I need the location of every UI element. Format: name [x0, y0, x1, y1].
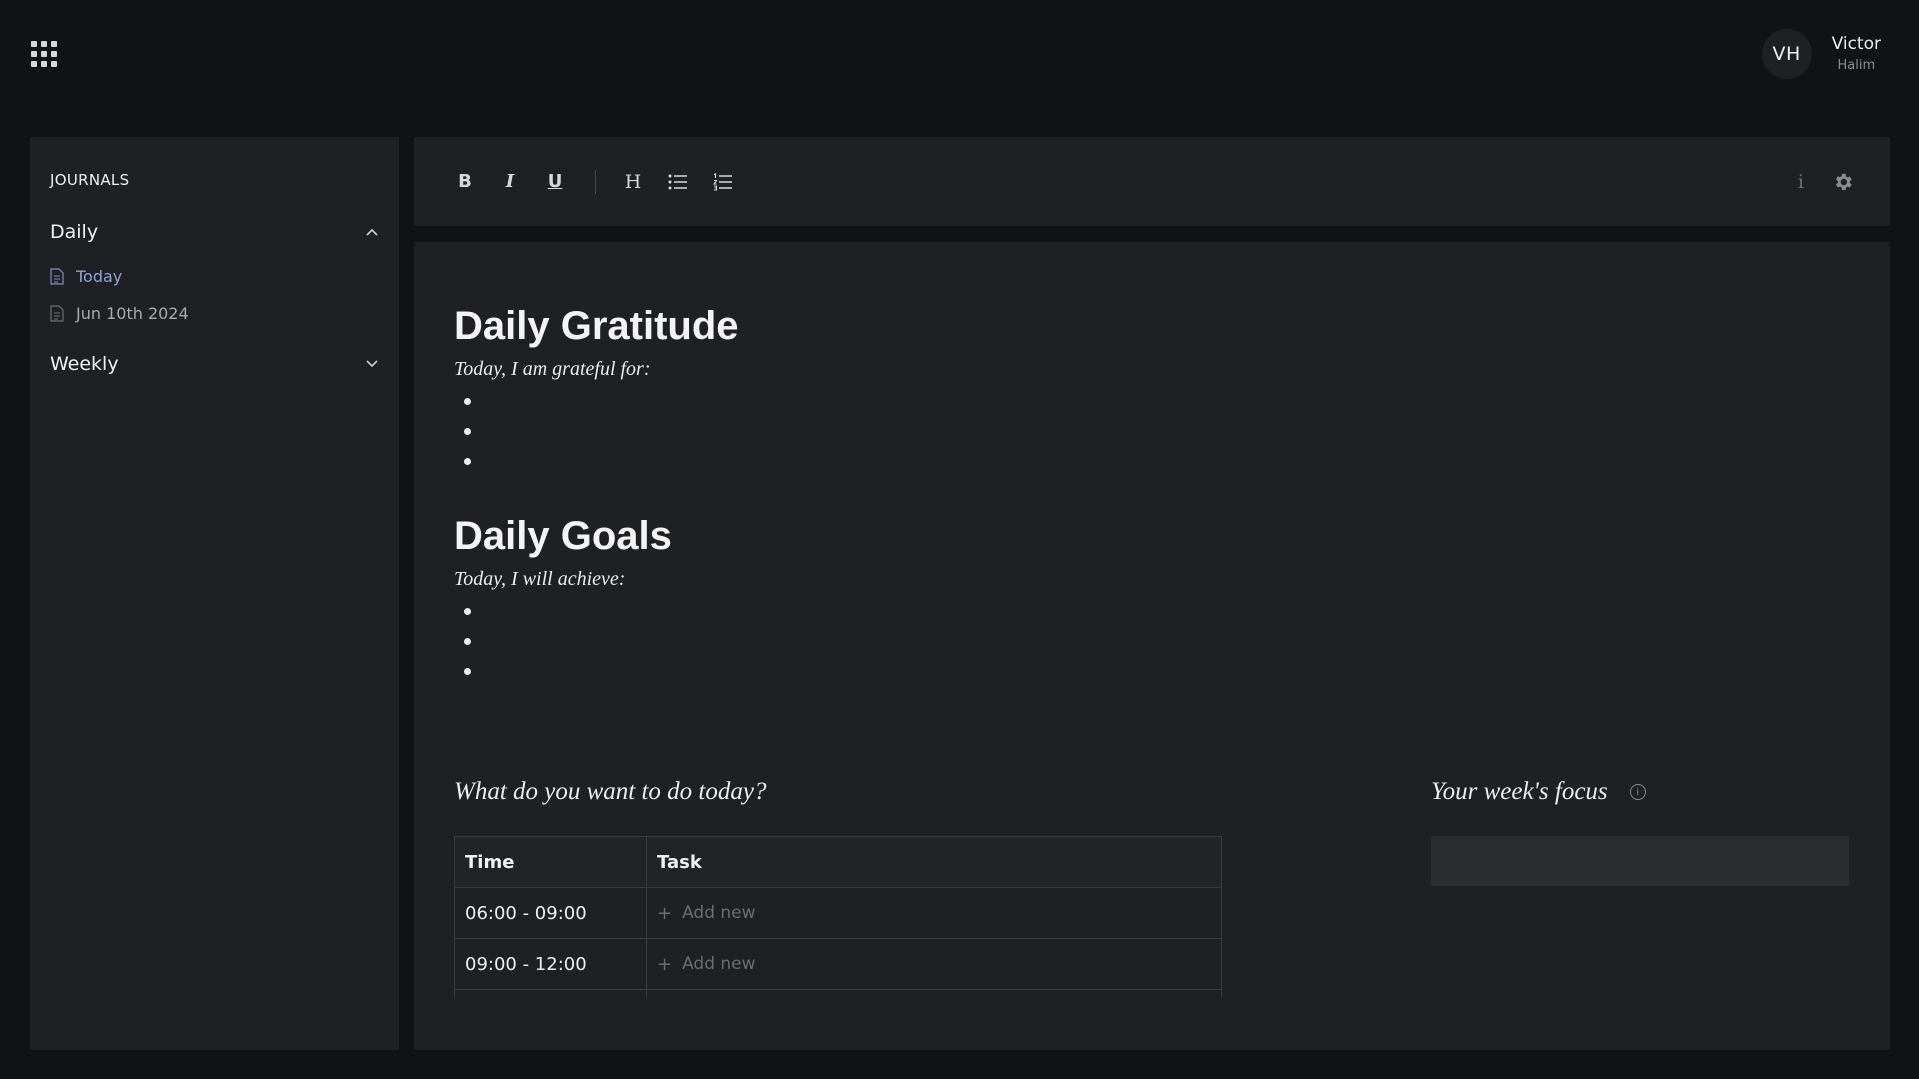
table-row: 09:00 - 12:00 + Add new — [455, 938, 1221, 990]
italic-icon: I — [505, 171, 515, 192]
goals-heading: Daily Goals — [454, 514, 672, 558]
task-cell[interactable]: + Add new — [646, 887, 1221, 939]
user-first-name: Victor — [1831, 33, 1881, 54]
column-header-task: Task — [646, 837, 1221, 888]
chevron-down-icon — [366, 360, 378, 368]
list-item[interactable] — [464, 416, 471, 446]
sidebar-section-weekly[interactable]: Weekly — [50, 353, 379, 375]
list-item[interactable] — [464, 446, 471, 476]
add-task-label: Add new — [682, 903, 756, 923]
apps-grid-icon[interactable] — [31, 41, 57, 67]
user-menu[interactable]: VH Victor Halim — [1761, 29, 1881, 79]
italic-button[interactable]: I — [495, 167, 525, 197]
list-item[interactable] — [464, 386, 471, 416]
sidebar-item-today[interactable]: Today — [50, 267, 379, 286]
plus-icon: + — [657, 902, 673, 924]
info-icon[interactable]: i — [1798, 171, 1804, 193]
bold-button[interactable]: B — [450, 167, 480, 197]
column-header-time: Time — [455, 837, 647, 888]
underline-button[interactable]: U — [540, 167, 570, 197]
section-label: Weekly — [50, 353, 119, 375]
add-task-label: Add new — [682, 954, 756, 974]
list-item[interactable] — [464, 626, 471, 656]
sidebar-item-label: Jun 10th 2024 — [76, 304, 189, 323]
goals-prompt: Today, I will achieve: — [454, 568, 626, 590]
sidebar: JOURNALS Daily Today Jun 10th 2024 Weekl… — [30, 137, 399, 1050]
time-cell: 09:00 - 12:00 — [455, 938, 647, 990]
week-focus-title: Your week's focus i — [1431, 778, 1646, 806]
numbered-list-button[interactable] — [708, 167, 738, 197]
document-icon — [50, 305, 64, 322]
table-row: 06:00 - 09:00 + Add new — [455, 887, 1221, 939]
gratitude-heading: Daily Gratitude — [454, 304, 739, 348]
goals-list[interactable] — [464, 596, 471, 686]
gratitude-prompt: Today, I am grateful for: — [454, 358, 651, 380]
bullet-list-button[interactable] — [663, 167, 693, 197]
table-row — [455, 989, 1221, 998]
sidebar-item-label: Today — [76, 267, 123, 286]
bold-icon: B — [458, 171, 472, 192]
time-cell — [455, 989, 647, 998]
sidebar-title: JOURNALS — [50, 171, 130, 189]
task-cell[interactable]: + Add new — [646, 938, 1221, 990]
gear-icon[interactable] — [1832, 171, 1854, 193]
bullet-list-icon — [668, 174, 687, 189]
sidebar-item-jun-10[interactable]: Jun 10th 2024 — [50, 304, 379, 323]
numbered-list-icon — [713, 172, 732, 191]
add-task-button[interactable]: + Add new — [657, 954, 1211, 975]
toolbar-divider — [595, 169, 596, 194]
underline-icon: U — [547, 171, 563, 192]
schedule-title: What do you want to do today? — [454, 778, 767, 805]
heading-button[interactable]: H — [618, 167, 648, 197]
section-label: Daily — [50, 221, 99, 243]
sidebar-section-daily[interactable]: Daily — [50, 221, 379, 243]
list-item[interactable] — [464, 656, 471, 686]
chevron-up-icon — [366, 228, 378, 236]
list-item[interactable] — [464, 596, 471, 626]
user-last-name: Halim — [1837, 57, 1876, 73]
avatar[interactable]: VH — [1761, 29, 1812, 79]
week-focus-input[interactable] — [1431, 836, 1849, 886]
time-cell: 06:00 - 09:00 — [455, 887, 647, 939]
document-icon — [50, 268, 64, 285]
heading-icon: H — [624, 170, 642, 193]
schedule-table: Time Task 06:00 - 09:00 + Add new 09:00 … — [454, 836, 1222, 998]
user-names: Victor Halim — [1832, 34, 1881, 75]
task-cell[interactable] — [646, 989, 1221, 998]
editor-toolbar: B I U H i — [414, 137, 1890, 226]
journal-editor[interactable]: Daily Gratitude Today, I am grateful for… — [414, 242, 1890, 1050]
plus-icon: + — [657, 953, 673, 975]
gratitude-list[interactable] — [464, 386, 471, 476]
week-focus-label: Your week's focus — [1431, 778, 1608, 805]
add-task-button[interactable]: + Add new — [657, 903, 1211, 924]
info-icon[interactable]: i — [1629, 784, 1646, 800]
